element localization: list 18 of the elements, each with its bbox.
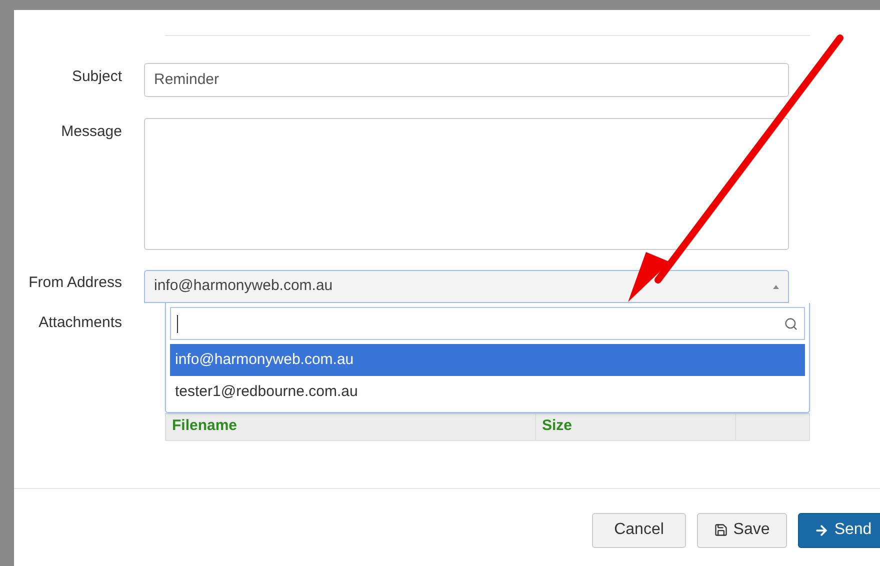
field-label: Message xyxy=(60,122,123,142)
save-button[interactable]: Save xyxy=(697,512,787,548)
subject-field[interactable]: Reminder xyxy=(144,63,789,97)
search-field[interactable] xyxy=(170,307,805,340)
field-label: From Address xyxy=(28,273,123,293)
arrow-right-icon xyxy=(814,522,830,538)
dropdown-option[interactable]: info@harmonyweb.com.au xyxy=(170,344,805,376)
caret-icon xyxy=(773,284,779,288)
dropdown-option[interactable]: tester1@redbourne.com.au xyxy=(170,376,805,408)
cancel-button[interactable]: Cancel xyxy=(592,512,686,548)
from-address-select[interactable]: info@harmonyweb.com.au xyxy=(144,270,789,303)
send-button[interactable]: Send xyxy=(798,512,880,548)
field-label: Subject xyxy=(70,67,123,87)
search-icon xyxy=(784,316,798,330)
message-field[interactable] xyxy=(144,118,789,250)
column-header: Size xyxy=(536,414,736,440)
field-label: Attachments xyxy=(38,313,123,333)
column-header: Filename xyxy=(166,414,536,440)
